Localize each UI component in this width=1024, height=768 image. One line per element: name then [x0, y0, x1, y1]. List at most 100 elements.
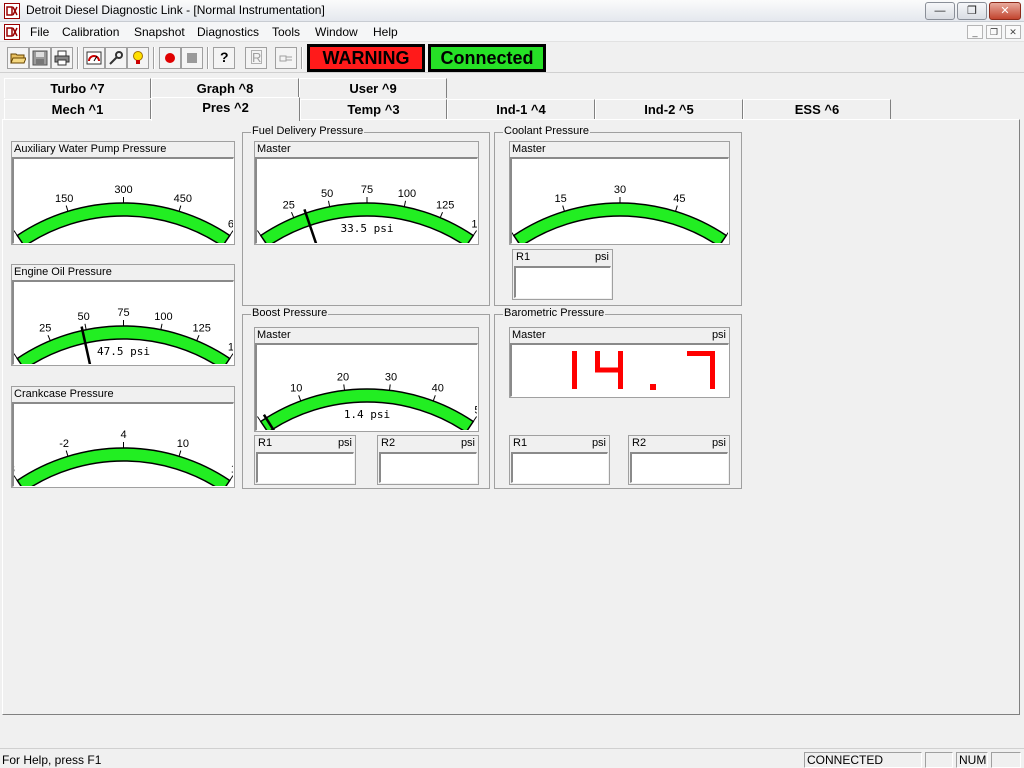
- r1-unit: psi: [337, 437, 352, 449]
- menu-snapshot[interactable]: Snapshot: [132, 24, 187, 40]
- status-bar: For Help, press F1 CONNECTED NUM: [0, 748, 1024, 768]
- gauge-tick-label: 125: [436, 200, 454, 212]
- tab-mech[interactable]: Mech ^1: [4, 99, 151, 119]
- gauge-tick-label: 60: [727, 219, 728, 231]
- mdi-close-button[interactable]: ✕: [1005, 25, 1021, 39]
- close-button[interactable]: ✕: [989, 2, 1021, 20]
- gauge-tick-label: 125: [193, 323, 211, 335]
- minimize-button[interactable]: —: [925, 2, 955, 20]
- gauge-readout: 47.5 psi: [97, 345, 150, 358]
- gauge-tick-label: 25: [283, 200, 295, 212]
- gauge-tick-label: 10: [290, 383, 302, 395]
- barometric-r1-field: [511, 452, 608, 483]
- gauge-tick: [47, 334, 51, 341]
- save-button[interactable]: [29, 47, 51, 69]
- gauge-tick: [65, 205, 69, 212]
- gauge-tick: [84, 323, 87, 330]
- toolbar-separator: [207, 47, 209, 69]
- gauge-tick-label: 100: [398, 188, 416, 200]
- crankcase-gauge-box: Crankcase Pressure -8 -2 4 10 16: [11, 386, 235, 488]
- record-button[interactable]: [159, 47, 181, 69]
- gauge-readout: 33.5 psi: [341, 222, 394, 235]
- master-label: Master: [512, 329, 546, 341]
- gauge-title: Engine Oil Pressure: [14, 266, 112, 278]
- gauge-tick: [725, 231, 728, 236]
- panel-title: Barometric Pressure: [503, 307, 606, 319]
- tab-graph[interactable]: Graph ^8: [151, 78, 299, 98]
- maximize-button[interactable]: ❐: [957, 2, 987, 20]
- toolbar-separator: [77, 47, 79, 69]
- menu-window[interactable]: Window: [313, 24, 360, 40]
- coolant-gauge-face: 015304560: [510, 157, 729, 244]
- lightbulb-icon: [133, 51, 143, 64]
- gauge-tick-label: -2: [59, 438, 69, 450]
- mdi-minimize-button[interactable]: _: [967, 25, 983, 39]
- gauge-tick-label: 30: [614, 184, 626, 196]
- master-label: Master: [512, 143, 546, 155]
- aux-water-pump-gauge-box: Auxiliary Water Pump Pressure 0150300450…: [11, 141, 235, 245]
- menu-help[interactable]: Help: [371, 24, 400, 40]
- menu-tools[interactable]: Tools: [270, 24, 302, 40]
- gauge-tick-label: 50: [474, 405, 477, 417]
- connection-status-indicator[interactable]: Connected: [428, 44, 546, 72]
- fuel-delivery-master-box: Master 025507510012515033.5 psi: [254, 141, 479, 245]
- print-button[interactable]: [51, 47, 73, 69]
- coolant-r1-box: R1 psi: [512, 249, 613, 300]
- gauge-tick: [65, 450, 69, 457]
- menu-diagnostics[interactable]: Diagnostics: [195, 24, 261, 40]
- gauge-tick: [196, 334, 200, 341]
- gauge-tick-label: 450: [174, 193, 192, 205]
- tab-ind-2[interactable]: Ind-2 ^5: [595, 99, 743, 119]
- lamp-button[interactable]: [127, 47, 149, 69]
- gauge-tick: [14, 353, 18, 359]
- reset-icon: R: [251, 50, 262, 65]
- stop-button[interactable]: [181, 47, 203, 69]
- digit-segment: [572, 351, 577, 370]
- help-button[interactable]: ?: [213, 47, 235, 69]
- gauge-tick: [14, 475, 18, 481]
- gauge-arc: [512, 202, 728, 243]
- gauge-tick: [432, 395, 436, 402]
- connect-button[interactable]: [275, 47, 297, 69]
- barometric-digital-face: [510, 343, 729, 397]
- gauge-tick: [229, 230, 233, 236]
- title-bar[interactable]: Detroit Diesel Diagnostic Link - [Normal…: [0, 0, 1024, 22]
- menu-bar: File Calibration Snapshot Diagnostics To…: [0, 22, 1024, 42]
- document-icon[interactable]: [4, 24, 20, 40]
- aux-water-pump-gauge-face: 0150300450600: [12, 157, 234, 244]
- gauge-tick: [327, 200, 331, 207]
- digit-segment: [710, 351, 715, 370]
- gauge-tick-label: 100: [154, 311, 172, 323]
- tab-ind-1[interactable]: Ind-1 ^4: [447, 99, 595, 119]
- gauge-tick: [178, 205, 182, 212]
- digit-segment: [710, 370, 715, 389]
- gauge-tick: [229, 475, 233, 481]
- gauge-tick: [512, 231, 515, 236]
- toolbar-separator: [153, 47, 155, 69]
- r1-label: R1: [513, 437, 528, 449]
- reset-button[interactable]: R: [245, 47, 267, 69]
- gauge-tick-label: 150: [471, 219, 477, 231]
- crankcase-gauge-face: -8 -2 4 10 16: [12, 402, 234, 487]
- digit-segment: [618, 351, 623, 370]
- panel-title: Fuel Delivery Pressure: [251, 125, 365, 137]
- menu-file[interactable]: File: [28, 24, 51, 40]
- tab-ess[interactable]: ESS ^6: [743, 99, 891, 119]
- gauge-tick-label: 10: [177, 438, 189, 450]
- fuel-delivery-panel: Fuel Delivery Pressure Master 0255075100…: [242, 125, 490, 306]
- connector-icon: [279, 55, 292, 62]
- instrumentation-button[interactable]: [83, 47, 105, 69]
- engine-oil-gauge: 025507510012515047.5 psi: [14, 307, 233, 364]
- tab-temp[interactable]: Temp ^3: [300, 99, 447, 119]
- mdi-restore-button[interactable]: ❐: [986, 25, 1002, 39]
- r1-unit: psi: [591, 437, 606, 449]
- warning-indicator[interactable]: WARNING: [307, 44, 425, 72]
- tab-user[interactable]: User ^9: [299, 78, 447, 98]
- tab-turbo[interactable]: Turbo ^7: [4, 78, 151, 98]
- tools-button[interactable]: [105, 47, 127, 69]
- tab-pres[interactable]: Pres ^2: [151, 97, 300, 121]
- print-icon: [54, 50, 70, 66]
- menu-calibration[interactable]: Calibration: [60, 24, 121, 40]
- save-disk-icon: [32, 50, 48, 66]
- open-button[interactable]: [7, 47, 29, 69]
